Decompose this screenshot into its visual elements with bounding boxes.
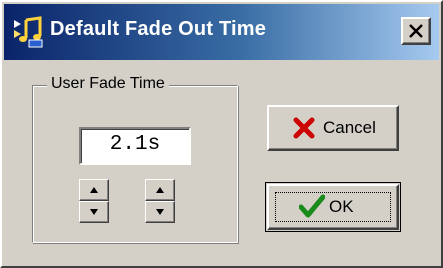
arrow-down-icon [90, 209, 98, 215]
spinner-left [79, 179, 109, 223]
spinner-right [145, 179, 175, 223]
spin-up-button[interactable] [145, 179, 175, 201]
arrow-up-icon [156, 187, 164, 193]
window-title: Default Fade Out Time [50, 18, 267, 40]
arrow-up-icon [90, 187, 98, 193]
dialog-window: Default Fade Out Time User Fade Time 2.1… [0, 0, 443, 268]
close-icon [409, 24, 423, 38]
group-label: User Fade Time [47, 75, 169, 93]
close-button[interactable] [401, 17, 431, 45]
spin-up-button[interactable] [79, 179, 109, 201]
music-note-icon [14, 16, 43, 48]
fade-time-field[interactable]: 2.1s [79, 127, 191, 165]
spin-down-button[interactable] [79, 201, 109, 223]
ok-label: OK [329, 197, 354, 216]
arrow-down-icon [156, 209, 164, 215]
red-x-icon [293, 117, 315, 139]
ok-button[interactable]: OK [267, 184, 399, 230]
ok-default-border: OK [265, 182, 401, 232]
title-bar[interactable]: Default Fade Out Time [4, 4, 439, 60]
spin-down-button[interactable] [145, 201, 175, 223]
cancel-button[interactable]: Cancel [267, 105, 399, 151]
green-check-icon [299, 194, 325, 218]
cancel-label: Cancel [323, 118, 376, 137]
user-fade-time-group: User Fade Time 2.1s [32, 75, 238, 243]
